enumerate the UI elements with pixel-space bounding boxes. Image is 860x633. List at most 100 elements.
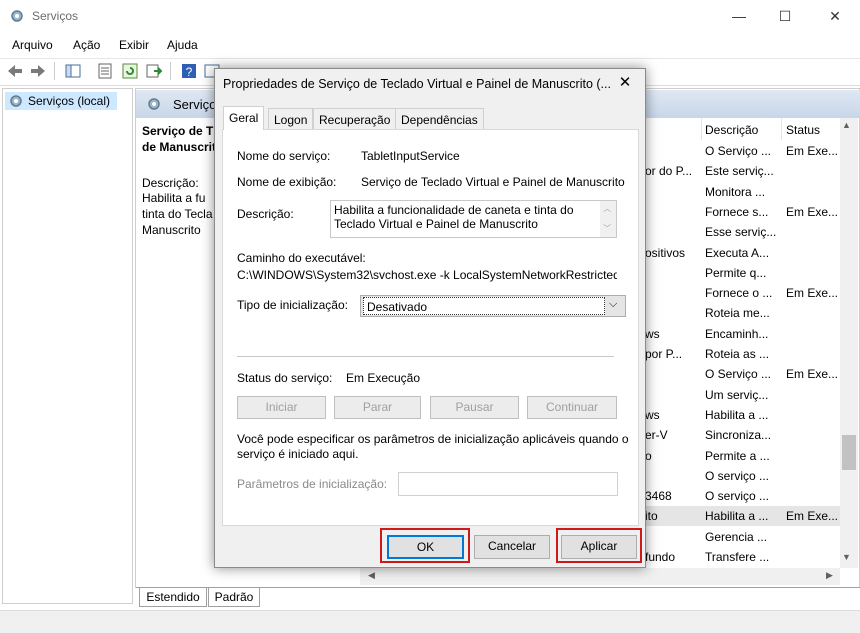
list-scrollbar-thumb[interactable] bbox=[842, 435, 856, 470]
dialog-title: Propriedades de Serviço de Teclado Virtu… bbox=[223, 77, 611, 91]
tab-padrao[interactable]: Padrão bbox=[208, 588, 260, 607]
tab-geral[interactable]: Geral bbox=[223, 106, 265, 130]
display-name-value: Serviço de Teclado Virtual e Painel de M… bbox=[361, 175, 625, 189]
table-cell-name[interactable]: ito bbox=[645, 509, 658, 523]
tab-logon[interactable]: Logon bbox=[268, 108, 314, 130]
selected-service-name-cont: de Manuscrito bbox=[142, 140, 224, 154]
column-header-description[interactable]: Descrição bbox=[705, 123, 758, 137]
scroll-right-arrow-icon[interactable]: ▶ bbox=[826, 570, 833, 581]
table-cell-description[interactable]: Habilita a ... bbox=[705, 509, 768, 523]
maximize-button[interactable]: ☐ bbox=[762, 0, 808, 32]
tab-recuperacao[interactable]: Recuperação bbox=[313, 108, 397, 130]
table-cell-description[interactable]: Habilita a ... bbox=[705, 408, 768, 422]
stop-button[interactable]: Parar bbox=[334, 396, 421, 419]
table-cell-description[interactable]: Sincroniza... bbox=[705, 428, 771, 442]
executable-path-value: C:\WINDOWS\System32\svchost.exe -k Local… bbox=[237, 268, 617, 282]
refresh-icon[interactable] bbox=[121, 62, 139, 80]
services-gear-icon bbox=[11, 10, 23, 22]
chevron-down-icon[interactable]: ⌵ bbox=[609, 298, 617, 311]
table-cell-name[interactable]: 3468 bbox=[645, 489, 672, 503]
service-status-label: Status do serviço: bbox=[237, 371, 333, 385]
table-cell-name[interactable]: ws bbox=[645, 408, 660, 422]
list-horizontal-scrollbar[interactable] bbox=[360, 568, 840, 585]
table-cell-name[interactable]: er-V bbox=[645, 428, 668, 442]
table-cell-description[interactable]: Permite q... bbox=[705, 266, 766, 280]
scroll-up-arrow-icon[interactable]: ▲ bbox=[842, 120, 851, 130]
start-button[interactable]: Iniciar bbox=[237, 396, 326, 419]
cancel-button[interactable]: Cancelar bbox=[474, 535, 550, 559]
table-cell-name[interactable]: ositivos bbox=[645, 246, 685, 260]
table-cell-status[interactable]: Em Exe... bbox=[786, 367, 838, 381]
table-cell-description[interactable]: Monitora ... bbox=[705, 185, 765, 199]
tab-dependencias[interactable]: Dependências bbox=[395, 108, 484, 130]
description-text: Teclado Virtual e Painel de Manuscrito bbox=[334, 217, 538, 231]
start-params-input[interactable] bbox=[398, 472, 618, 496]
close-window-button[interactable]: ✕ bbox=[812, 0, 858, 32]
properties-icon[interactable] bbox=[96, 62, 114, 80]
table-cell-status[interactable]: Em Exe... bbox=[786, 144, 838, 158]
section-divider bbox=[237, 356, 614, 357]
column-divider bbox=[781, 118, 782, 140]
selected-service-desc: Habilita a fu bbox=[142, 191, 206, 205]
table-cell-description[interactable]: Encaminh... bbox=[705, 327, 768, 341]
startup-type-label: Tipo de inicialização: bbox=[237, 298, 348, 312]
table-cell-status[interactable]: Em Exe... bbox=[786, 286, 838, 300]
table-cell-description[interactable]: Roteia me... bbox=[705, 306, 770, 320]
table-cell-description[interactable]: Roteia as ... bbox=[705, 347, 769, 361]
menu-ajuda[interactable]: Ajuda bbox=[167, 38, 198, 52]
table-cell-description[interactable]: O serviço ... bbox=[705, 469, 769, 483]
params-hint: Você pode especificar os parâmetros de i… bbox=[237, 432, 629, 446]
service-name-value: TabletInputService bbox=[361, 149, 460, 163]
window-title: Serviços bbox=[32, 9, 79, 23]
apply-button[interactable]: Aplicar bbox=[561, 535, 637, 559]
table-cell-description[interactable]: Transfere ... bbox=[705, 550, 769, 564]
resume-button[interactable]: Continuar bbox=[527, 396, 617, 419]
back-arrow-icon[interactable] bbox=[6, 62, 24, 80]
toolbar-separator bbox=[170, 62, 171, 80]
params-hint: serviço é iniciado aqui. bbox=[237, 447, 359, 461]
start-params-label: Parâmetros de inicialização: bbox=[237, 477, 388, 491]
table-cell-status[interactable]: Em Exe... bbox=[786, 205, 838, 219]
pause-button[interactable]: Pausar bbox=[430, 396, 519, 419]
table-cell-description[interactable]: Executa A... bbox=[705, 246, 769, 260]
ok-button[interactable]: OK bbox=[387, 535, 464, 559]
table-cell-description[interactable]: Um serviç... bbox=[705, 388, 768, 402]
scroll-left-arrow-icon[interactable]: ◀ bbox=[368, 570, 375, 581]
table-cell-description[interactable]: Este serviç... bbox=[705, 164, 774, 178]
table-cell-name[interactable]: or do P... bbox=[645, 164, 692, 178]
tree-item-label: Serviços (local) bbox=[28, 94, 111, 108]
export-list-icon[interactable] bbox=[145, 62, 163, 80]
list-vertical-scrollbar[interactable] bbox=[840, 118, 858, 568]
tab-estendido[interactable]: Estendido bbox=[139, 588, 207, 607]
table-cell-description[interactable]: O Serviço ... bbox=[705, 367, 771, 381]
selected-service-desc: Manuscrito bbox=[142, 223, 201, 237]
help-icon[interactable]: ? bbox=[180, 62, 198, 80]
column-header-status[interactable]: Status bbox=[786, 123, 820, 137]
chevron-up-icon[interactable]: ︿ bbox=[603, 203, 611, 214]
table-cell-description[interactable]: Fornece s... bbox=[705, 205, 768, 219]
table-cell-description[interactable]: Esse serviç... bbox=[705, 225, 776, 239]
console-tree-icon[interactable] bbox=[64, 62, 82, 80]
table-cell-description[interactable]: Gerencia ... bbox=[705, 530, 767, 544]
service-status-value: Em Execução bbox=[346, 371, 421, 385]
description-text: Habilita a funcionalidade de caneta e ti… bbox=[334, 203, 574, 217]
selected-service-desc: tinta do Tecla bbox=[142, 207, 213, 221]
minimize-button[interactable]: — bbox=[716, 0, 762, 32]
table-cell-description[interactable]: Permite a ... bbox=[705, 449, 770, 463]
table-cell-name[interactable]: ws bbox=[645, 327, 660, 341]
table-cell-description[interactable]: Fornece o ... bbox=[705, 286, 772, 300]
table-cell-description[interactable]: O Serviço ... bbox=[705, 144, 771, 158]
dialog-close-button[interactable]: ✕ bbox=[612, 72, 638, 94]
menu-arquivo[interactable]: Arquivo bbox=[12, 38, 53, 52]
table-cell-name[interactable]: por P... bbox=[645, 347, 682, 361]
forward-arrow-icon[interactable] bbox=[29, 62, 47, 80]
chevron-down-icon[interactable]: ﹀ bbox=[603, 223, 611, 234]
scroll-down-arrow-icon[interactable]: ▼ bbox=[842, 552, 851, 562]
menu-acao[interactable]: Ação bbox=[73, 38, 100, 52]
table-cell-status[interactable]: Em Exe... bbox=[786, 509, 838, 523]
table-cell-name[interactable]: fundo bbox=[645, 550, 675, 564]
toolbar-separator bbox=[54, 62, 55, 80]
table-cell-name[interactable]: o bbox=[645, 449, 652, 463]
table-cell-description[interactable]: O serviço ... bbox=[705, 489, 769, 503]
menu-exibir[interactable]: Exibir bbox=[119, 38, 149, 52]
